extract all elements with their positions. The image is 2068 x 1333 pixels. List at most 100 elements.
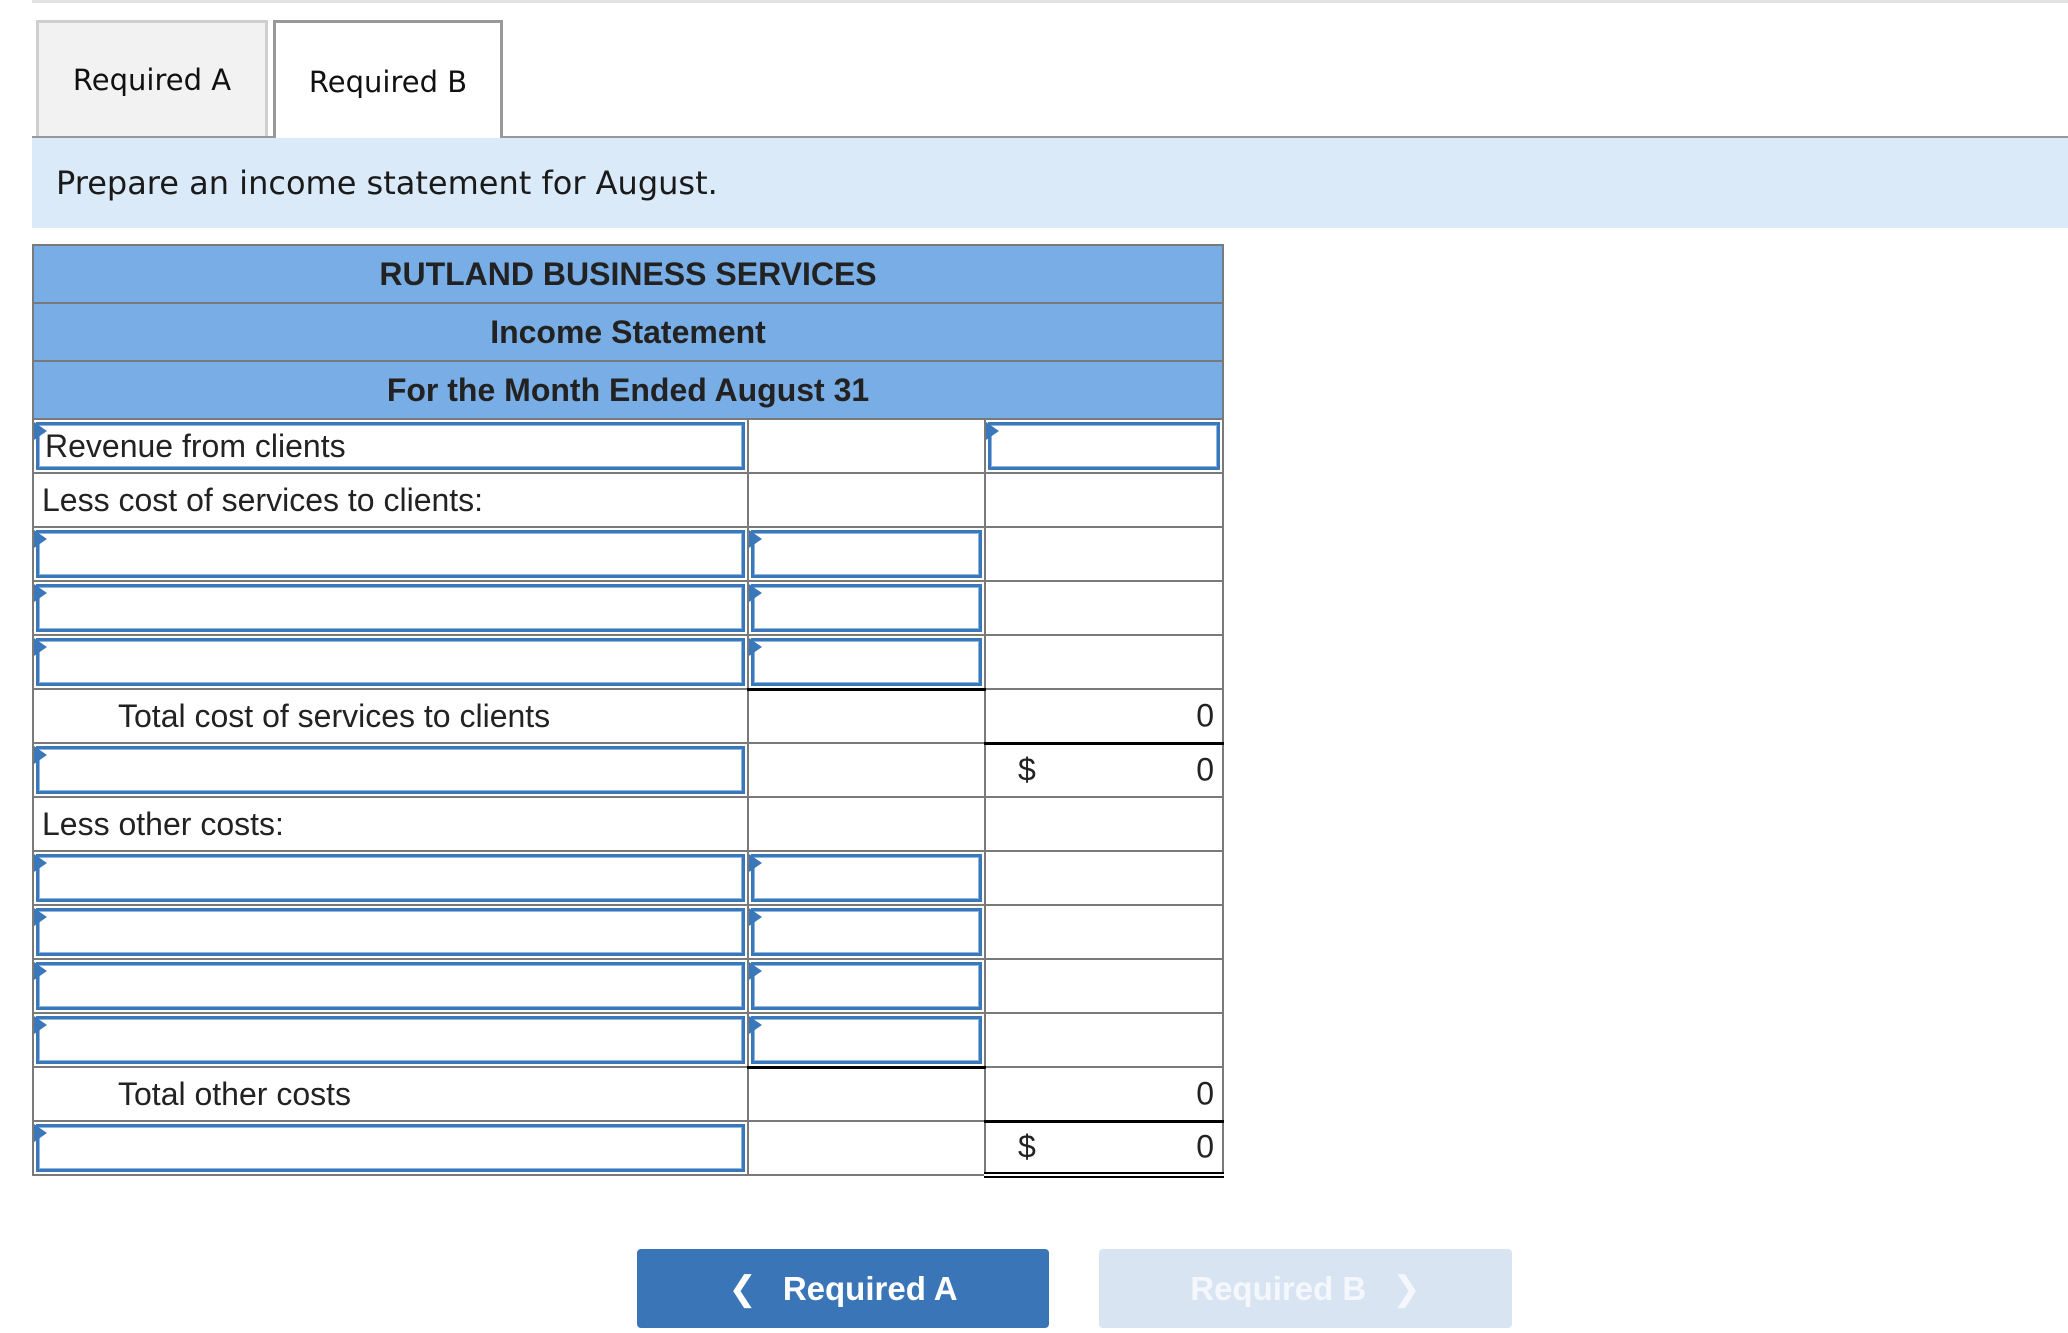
cost-item-label-select[interactable] [36, 584, 745, 632]
other-item-label-cell[interactable] [32, 1012, 749, 1068]
net-label-select[interactable] [36, 1124, 745, 1172]
chevron-right-icon: ❯ [1392, 1269, 1421, 1308]
dropdown-flag-icon [34, 422, 47, 440]
other-item-amount-input[interactable] [751, 962, 982, 1010]
next-button-label: Required B [1190, 1269, 1367, 1307]
tab-required-b[interactable]: Required B [273, 20, 503, 140]
input-flag-icon [986, 422, 999, 440]
other-item-label-select[interactable] [36, 1016, 745, 1064]
other-item-label-cell[interactable] [32, 904, 749, 960]
other-item-amount-input[interactable] [751, 854, 982, 902]
empty-cell [984, 850, 1224, 906]
dropdown-flag-icon [34, 638, 47, 656]
other-item-label-cell[interactable] [32, 850, 749, 906]
other-costs-header-label: Less other costs: [32, 796, 749, 852]
other-item-amount-input[interactable] [751, 1016, 982, 1064]
revenue-amount-cell[interactable] [984, 418, 1224, 474]
other-item-amount-input[interactable] [751, 908, 982, 956]
empty-cell [747, 796, 986, 852]
table-row-other-header: Less other costs: [32, 796, 1224, 852]
cost-item-amount-cell[interactable] [747, 526, 986, 582]
cost-item-amount-input[interactable] [751, 530, 982, 578]
cost-header-label: Less cost of services to clients: [32, 472, 749, 528]
dropdown-flag-icon [34, 1124, 47, 1142]
input-flag-icon [749, 1016, 762, 1034]
prev-button-label: Required A [782, 1269, 958, 1307]
cost-item-label-cell[interactable] [32, 526, 749, 582]
other-item-label-select[interactable] [36, 854, 745, 902]
dropdown-flag-icon [34, 530, 47, 548]
other-item-amount-cell[interactable] [747, 1012, 986, 1068]
empty-cell [984, 1012, 1224, 1068]
empty-cell [984, 526, 1224, 582]
subtotal-label-cell[interactable] [32, 742, 749, 798]
table-row-net: $ 0 [32, 1119, 1224, 1178]
other-item-amount-cell[interactable] [747, 958, 986, 1014]
table-row-cost-item [32, 580, 1224, 636]
empty-cell [747, 1120, 986, 1176]
table-row-cost-item [32, 634, 1224, 690]
currency-symbol: $ [1018, 751, 1036, 788]
currency-symbol: $ [1018, 1128, 1036, 1165]
revenue-label-select[interactable]: Revenue from clients [36, 422, 745, 470]
input-flag-icon [749, 854, 762, 872]
table-row-other-item [32, 958, 1224, 1014]
input-flag-icon [749, 584, 762, 602]
header-row-title: Income Statement [32, 302, 1224, 362]
net-value-cell: $ 0 [984, 1119, 1224, 1178]
total-cost-label: Total cost of services to clients [32, 688, 749, 744]
table-row-total-cost: Total cost of services to clients 0 [32, 687, 1224, 744]
input-flag-icon [749, 908, 762, 926]
cost-item-label-select[interactable] [36, 530, 745, 578]
statement-period: For the Month Ended August 31 [32, 360, 1224, 420]
revenue-label: Revenue from clients [45, 427, 346, 464]
top-divider [32, 0, 2068, 3]
revenue-label-cell[interactable]: Revenue from clients [32, 418, 749, 474]
other-item-amount-cell[interactable] [747, 904, 986, 960]
empty-cell [984, 634, 1224, 690]
other-item-label-cell[interactable] [32, 958, 749, 1014]
cost-item-label-select[interactable] [36, 638, 745, 686]
other-item-amount-cell[interactable] [747, 850, 986, 906]
dropdown-flag-icon [34, 584, 47, 602]
cost-item-amount-input[interactable] [751, 584, 982, 632]
empty-cell [984, 580, 1224, 636]
prev-required-a-button[interactable]: ❮ Required A [637, 1249, 1049, 1328]
cost-item-amount-cell[interactable] [747, 634, 986, 690]
net-value: 0 [1196, 1128, 1214, 1165]
chevron-left-icon: ❮ [728, 1269, 757, 1308]
total-other-costs-value: 0 [1196, 1075, 1214, 1112]
empty-cell [984, 958, 1224, 1014]
header-row-company: RUTLAND BUSINESS SERVICES [32, 244, 1224, 304]
total-cost-value: 0 [1196, 697, 1214, 734]
empty-cell [747, 1065, 986, 1122]
empty-cell [984, 472, 1224, 528]
net-label-cell[interactable] [32, 1120, 749, 1176]
dropdown-flag-icon [34, 854, 47, 872]
other-item-label-select[interactable] [36, 908, 745, 956]
subtotal-value-cell: $ 0 [984, 741, 1224, 798]
cost-item-label-cell[interactable] [32, 580, 749, 636]
input-flag-icon [749, 962, 762, 980]
dropdown-flag-icon [34, 1016, 47, 1034]
table-row-total-other: Total other costs 0 [32, 1065, 1224, 1122]
company-name: RUTLAND BUSINESS SERVICES [32, 244, 1224, 304]
next-required-b-button[interactable]: Required B ❯ [1099, 1249, 1512, 1328]
table-row-cost-header: Less cost of services to clients: [32, 472, 1224, 528]
subtotal-label-select[interactable] [36, 746, 745, 794]
subtotal-value: 0 [1196, 751, 1214, 788]
statement-title: Income Statement [32, 302, 1224, 362]
instruction-banner: Prepare an income statement for August. [32, 138, 2068, 228]
tab-required-a[interactable]: Required A [36, 20, 268, 137]
empty-cell [984, 796, 1224, 852]
header-row-period: For the Month Ended August 31 [32, 360, 1224, 420]
input-flag-icon [749, 638, 762, 656]
cost-item-label-cell[interactable] [32, 634, 749, 690]
table-row-other-item [32, 850, 1224, 906]
revenue-amount-input[interactable] [988, 422, 1220, 470]
cost-item-amount-cell[interactable] [747, 580, 986, 636]
dropdown-flag-icon [34, 908, 47, 926]
cost-item-amount-input[interactable] [751, 638, 982, 686]
income-statement-table: RUTLAND BUSINESS SERVICES Income Stateme… [32, 244, 1224, 1178]
other-item-label-select[interactable] [36, 962, 745, 1010]
